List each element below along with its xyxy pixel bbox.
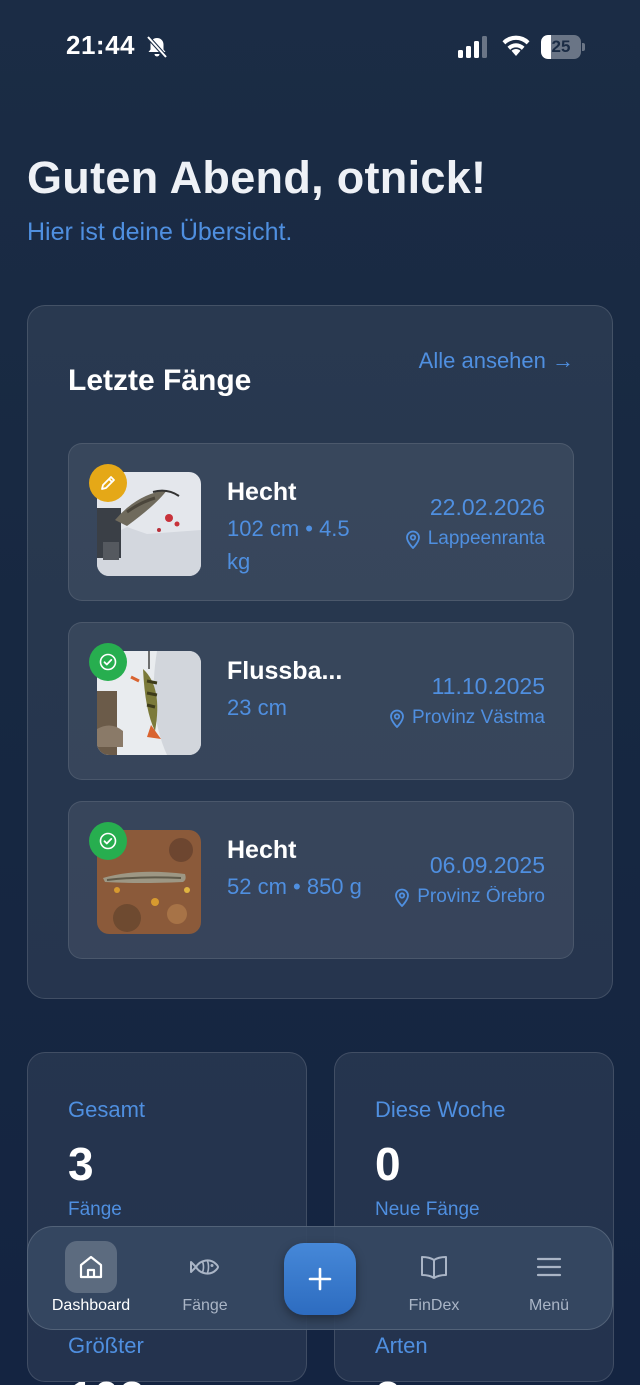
tab-catches[interactable]: Fänge — [148, 1227, 262, 1331]
location-pin-icon — [405, 530, 420, 549]
catch-measure: 102 cm • 4.5 kg — [227, 516, 350, 574]
page-subtitle: Hier ist deine Übersicht. — [27, 218, 293, 246]
home-icon — [79, 1255, 103, 1279]
add-catch-button[interactable] — [284, 1243, 356, 1315]
stat-value: 0 — [375, 1138, 401, 1190]
verified-badge — [89, 822, 127, 860]
status-time: 21:44 — [66, 30, 135, 60]
tab-label: Menü — [528, 1297, 570, 1314]
recent-catches-title: Letzte Fänge — [68, 364, 252, 397]
stat-card-week: Diese Woche 0 Neue Fänge Arten 2 — [334, 1052, 614, 1385]
recent-catches-panel: Letzte Fänge Alle ansehen → Hecht 102 cm… — [27, 305, 613, 999]
catch-measure: 52 cm • 850 g — [227, 874, 362, 899]
catch-card[interactable]: Hecht 102 cm • 4.5 kg 22.02.2026 Lappeen… — [68, 443, 574, 601]
tab-menu[interactable]: Menü — [492, 1227, 606, 1331]
bottom-tab-bar: Dashboard Fänge FinDex Menü — [27, 1226, 613, 1330]
cellular-signal-icon — [458, 36, 487, 58]
menu-icon — [536, 1257, 562, 1277]
see-all-link[interactable]: Alle ansehen → — [419, 348, 574, 374]
stat-sub: Neue Fänge — [375, 1199, 480, 1220]
catch-species: Hecht — [227, 836, 297, 864]
page-title: Guten Abend, otnick! — [27, 152, 487, 203]
tab-label: FinDex — [408, 1297, 460, 1314]
fish-icon — [190, 1259, 220, 1275]
bell-off-icon — [146, 35, 168, 59]
battery-indicator: 25 — [541, 35, 585, 59]
tab-label: Dashboard — [51, 1297, 131, 1314]
stat-value: 102 — [68, 1371, 145, 1385]
book-icon — [421, 1256, 447, 1279]
catch-location-text: Lappeenranta — [427, 528, 545, 549]
stat-value: 2 — [375, 1371, 401, 1385]
catch-measure: 23 cm — [227, 695, 287, 720]
catch-species: Hecht — [227, 478, 297, 506]
verified-badge — [89, 643, 127, 681]
pencil-icon — [101, 476, 115, 490]
edit-badge — [89, 464, 127, 502]
catch-date: 22.02.2026 — [429, 494, 545, 520]
stat-label: Gesamt — [68, 1097, 146, 1122]
stat-label: Größter — [68, 1333, 144, 1358]
catch-location: Lappeenranta — [375, 528, 545, 550]
tab-findex[interactable]: FinDex — [377, 1227, 491, 1331]
tab-dashboard[interactable]: Dashboard — [34, 1227, 148, 1331]
catch-location-text: Provinz Örebro — [417, 886, 545, 907]
stat-label: Arten — [375, 1333, 428, 1358]
catch-location: Provinz Västma — [375, 707, 545, 729]
tab-label: Fänge — [182, 1297, 228, 1314]
catch-date: 11.10.2025 — [431, 673, 545, 699]
catch-date: 06.09.2025 — [429, 852, 545, 878]
dashboard-screen: 21:44 25 Guten Abend, otnick! Hier ist d… — [0, 0, 640, 1385]
stat-sub: Fänge — [68, 1199, 122, 1220]
check-icon — [99, 653, 117, 671]
wifi-icon — [502, 35, 530, 56]
catch-location: Provinz Örebro — [375, 886, 545, 908]
location-pin-icon — [395, 888, 410, 907]
battery-level: 25 — [551, 37, 571, 56]
location-pin-icon — [390, 709, 404, 728]
catch-card[interactable]: Hecht 52 cm • 850 g 06.09.2025 Provinz Ö… — [68, 801, 574, 959]
catch-card[interactable]: Flussba... 23 cm 11.10.2025 Provinz Väst… — [68, 622, 574, 780]
stat-label: Diese Woche — [375, 1097, 506, 1122]
check-icon — [99, 832, 117, 850]
plus-icon — [308, 1267, 332, 1291]
catch-location-text: Provinz Västma — [411, 707, 545, 728]
catch-species: Flussba... — [227, 657, 343, 685]
stat-card-total: Gesamt 3 Fänge Größter 102 — [27, 1052, 307, 1385]
stat-value: 3 — [68, 1138, 94, 1190]
